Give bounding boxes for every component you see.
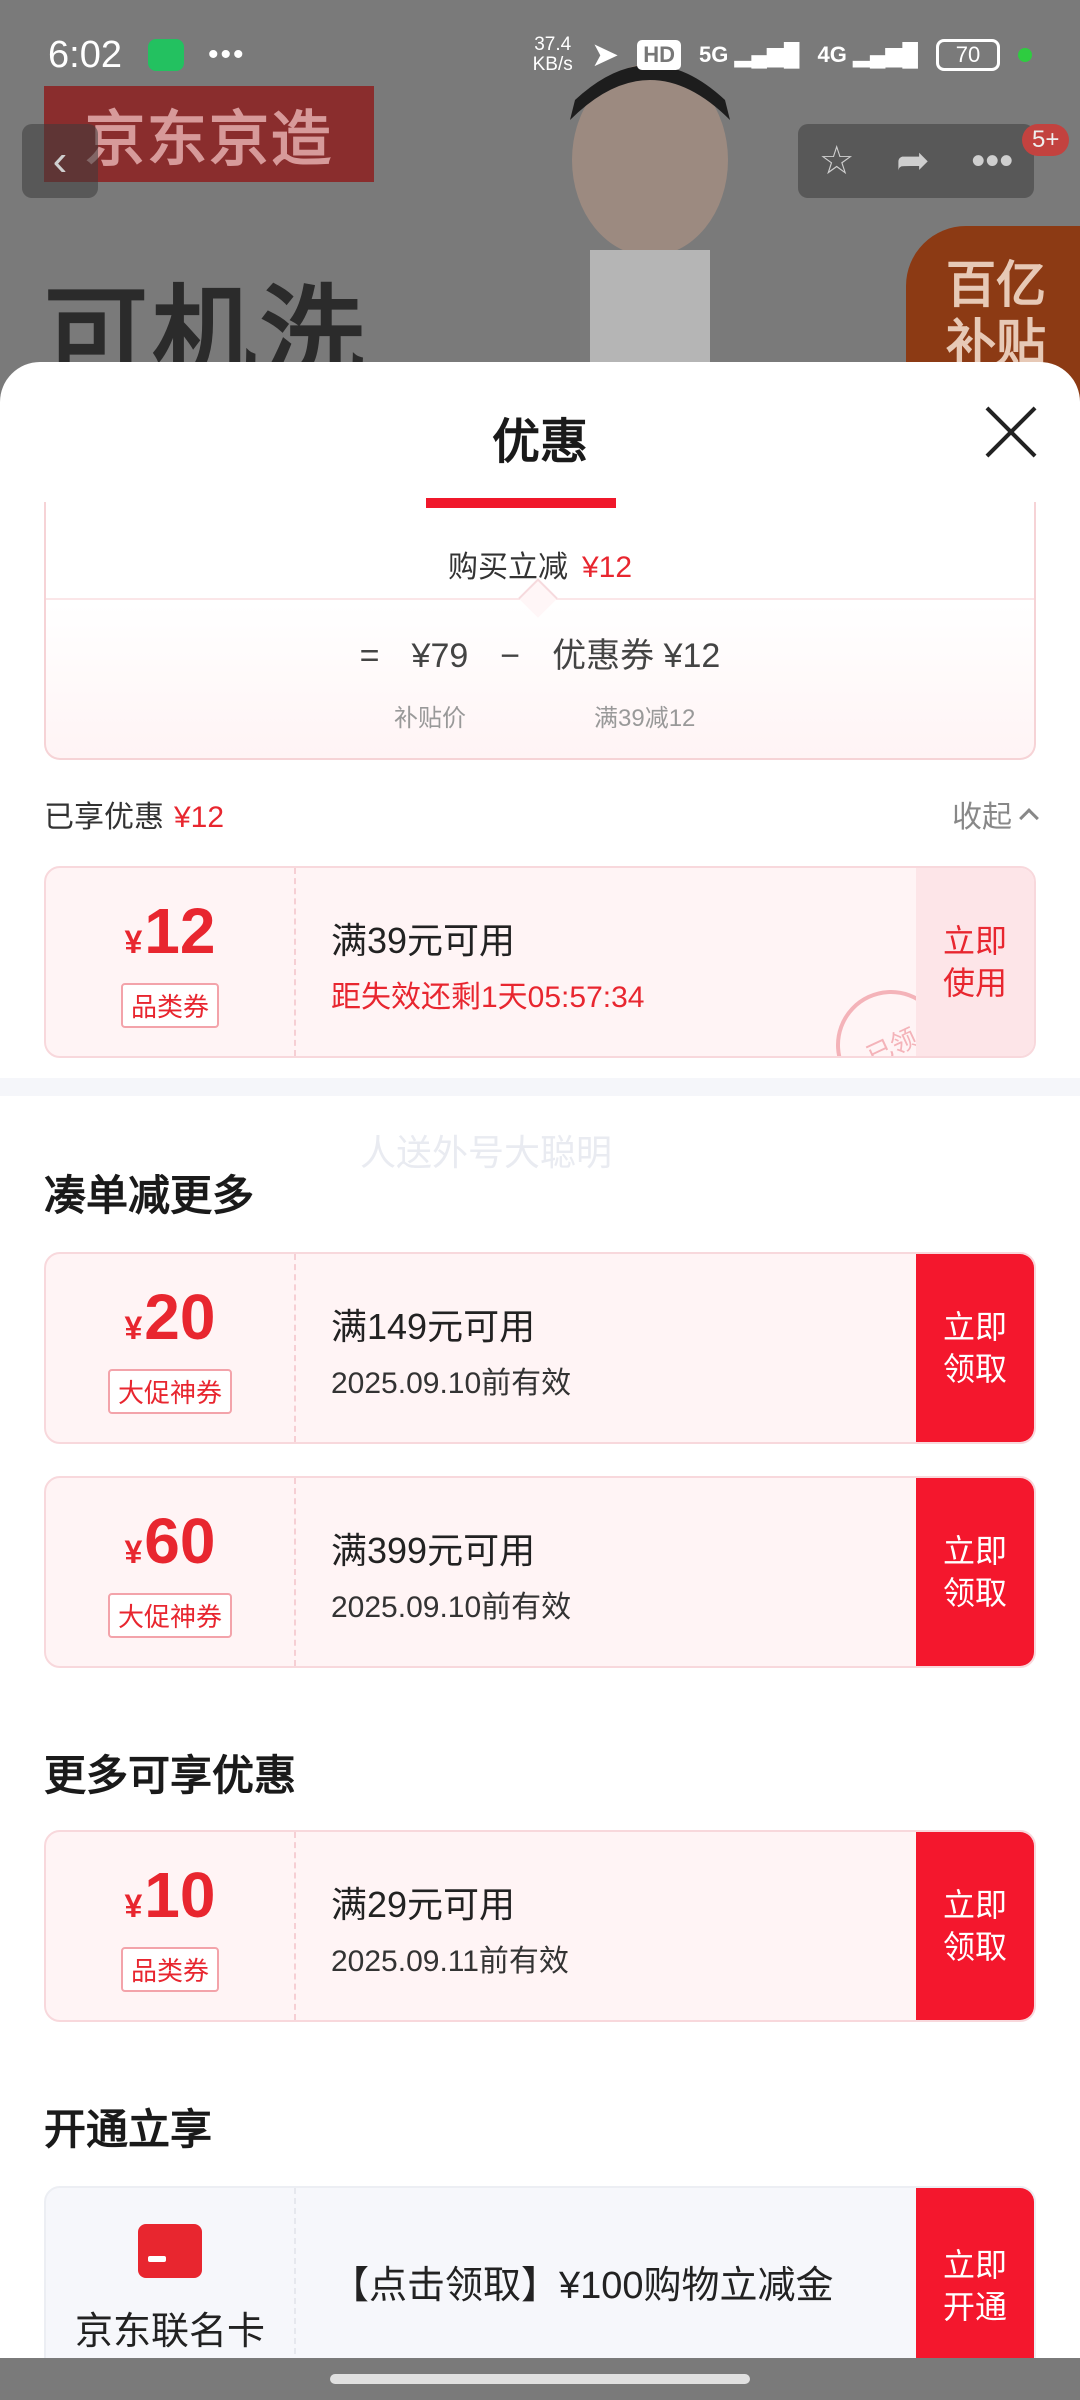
section-title-more: 凑单减更多 xyxy=(44,1172,255,1219)
coupon-sub-label: 满39减12 xyxy=(594,705,696,732)
coupon-condition: 满399元可用 xyxy=(331,1530,536,1571)
claim-button[interactable]: 立即领取 xyxy=(916,1254,1034,1442)
star-icon[interactable]: ☆ xyxy=(819,138,855,184)
coupon-card: ¥20 大促神券 满149元可用 2025.09.10前有效 立即领取 xyxy=(44,1252,1036,1444)
chevron-left-icon: ‹ xyxy=(52,136,68,185)
coupon-condition: 满29元可用 xyxy=(331,1884,516,1925)
battery-icon: 70 xyxy=(936,39,1000,71)
price-sub-label: 补贴价 xyxy=(394,705,466,732)
coupon-expiry: 2025.09.10前有效 xyxy=(331,1591,572,1624)
price-highlight xyxy=(426,498,616,508)
status-bar: 6:02 ••• 37.4 KB/s ➤ HD 5G ▂▄▆█ 4G ▂▄▆█ … xyxy=(0,0,1080,110)
card-name: 京东联名卡 xyxy=(74,2311,265,2353)
applied-coupon: ¥12 品类券 满39元可用 距失效还剩1天05:57:34 已领 立即使用 xyxy=(44,866,1036,1058)
claim-button[interactable]: 立即领取 xyxy=(916,1832,1034,2020)
claim-button[interactable]: 立即领取 xyxy=(916,1478,1034,1666)
collapse-toggle[interactable]: 收起 xyxy=(952,792,1039,836)
coupon-tag: 品类券 xyxy=(120,1947,219,1992)
price-breakdown: 购买立减 ¥12 = ¥79 − 优惠券 ¥12 补贴价 满39减12 xyxy=(44,498,1036,760)
coupon-condition: 满39元可用 xyxy=(331,920,516,961)
more-icon[interactable]: ••• xyxy=(971,139,1013,184)
coupon-tag: 品类券 xyxy=(120,983,219,1028)
coupon-card: ¥60 大促神券 满399元可用 2025.09.10前有效 立即领取 xyxy=(44,1476,1036,1668)
coupon-tag: 大促神券 xyxy=(107,1593,232,1638)
more-notifications-icon: ••• xyxy=(207,38,246,71)
use-now-button[interactable]: 立即使用 xyxy=(916,868,1034,1056)
chevron-up-icon xyxy=(1019,808,1039,828)
signal-5g-icon: 5G ▂▄▆█ xyxy=(699,42,800,67)
sheet-title: 优惠 xyxy=(491,416,588,469)
card-offer-description: 【点击领取】¥100购物立减金 xyxy=(331,2265,834,2307)
location-arrow-icon: ➤ xyxy=(590,36,620,74)
hd-icon: HD xyxy=(637,40,682,70)
section-title-extra: 更多可享优惠 xyxy=(44,1752,297,1799)
section-divider xyxy=(0,1078,1080,1096)
privacy-dot-icon xyxy=(1018,48,1032,62)
enjoyed-discount: 已享优惠 ¥12 xyxy=(44,801,225,834)
network-speed: 37.4 KB/s xyxy=(532,34,573,75)
discount-sheet: 优惠 购买立减 ¥12 = ¥79 − 优惠券 ¥12 补贴价 满39减12 已享… xyxy=(0,362,1080,2400)
back-button[interactable]: ‹ xyxy=(22,124,98,198)
coupon-expiry: 2025.09.10前有效 xyxy=(331,1367,572,1400)
home-indicator[interactable] xyxy=(330,2374,750,2384)
section-title-open: 开通立享 xyxy=(44,2106,213,2153)
share-icon[interactable]: ➦ xyxy=(896,138,930,184)
open-now-button[interactable]: 立即开通 xyxy=(916,2188,1034,2384)
co-branded-card-offer: 京东联名卡 【点击领取】¥100购物立减金 立即开通 xyxy=(44,2186,1036,2386)
coupon-card: ¥10 品类券 满29元可用 2025.09.11前有效 立即领取 xyxy=(44,1830,1036,2022)
message-count-badge: 5+ xyxy=(1022,124,1070,156)
clock: 6:02 xyxy=(48,33,122,76)
wechat-icon xyxy=(147,39,184,71)
signal-4g-icon: 4G ▂▄▆█ xyxy=(817,42,918,67)
coupon-countdown: 距失效还剩1天05:57:34 xyxy=(331,981,645,1014)
top-actions: ☆ ➦ ••• xyxy=(798,124,1034,198)
credit-card-icon xyxy=(138,2224,202,2278)
price-equation: = ¥79 − 优惠券 ¥12 xyxy=(359,637,721,675)
coupon-condition: 满149元可用 xyxy=(331,1306,536,1347)
coupon-expiry: 2025.09.11前有效 xyxy=(331,1945,569,1978)
watermark: 人送外号大聪明 xyxy=(360,1132,613,1173)
close-icon[interactable] xyxy=(982,404,1038,460)
coupon-tag: 大促神券 xyxy=(107,1369,232,1414)
